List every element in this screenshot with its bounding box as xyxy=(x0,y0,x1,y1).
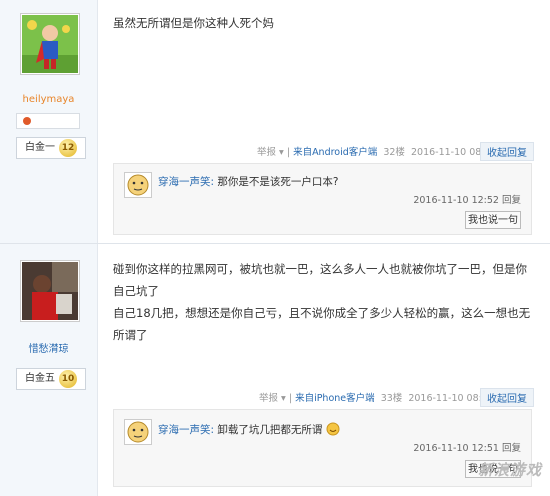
username[interactable]: heilymaya xyxy=(0,94,97,105)
comment-line: 穿海一声笑: 卸载了坑几把都无所谓 xyxy=(158,422,340,437)
rank-label: 白金五 xyxy=(25,373,55,384)
say-something-button[interactable]: 我也说一句 xyxy=(465,211,521,229)
post-content: 碰到你这样的拉黑网可，被坑也就一巴，这么多人一人也就被你坑了一巴，但是你自己坑了… xyxy=(113,258,538,346)
comment-meta: 2016-11-10 12:51 回复 xyxy=(413,440,521,454)
emoji-icon xyxy=(326,422,340,436)
comment-box: 穿海一声笑: 卸载了坑几把都无所谓 2016-11-10 12:51 回复 我也… xyxy=(113,409,532,487)
content-line: 碰到你这样的拉黑网可，被坑也就一巴，这么多人一人也就被你坑了一巴，但是你自己坑了 xyxy=(113,262,527,298)
sina-watermark: 新浪游戏 xyxy=(477,461,542,479)
avatar[interactable] xyxy=(20,260,80,322)
comment-box: 穿海一声笑: 那你是不是该死一户口本? 2016-11-10 12:52 回复 … xyxy=(113,163,532,235)
collapse-reply-button[interactable]: 收起回复 xyxy=(480,142,534,161)
comment-line: 穿海一声笑: 那你是不是该死一户口本? xyxy=(158,174,338,189)
username[interactable]: 惜愁潸琼 xyxy=(0,340,97,355)
rank-level-icon: 10 xyxy=(59,370,77,388)
floor-number: 33楼 xyxy=(380,393,403,404)
chevron-down-icon: ▾ xyxy=(276,147,284,158)
comment-text: 卸载了坑几把都无所谓 xyxy=(217,424,323,436)
avatar[interactable] xyxy=(20,13,80,75)
floor-number: 32楼 xyxy=(383,147,405,158)
avatar-image xyxy=(22,15,78,73)
client-source[interactable]: 来自Android客户端 xyxy=(293,147,377,158)
post-33: 惜愁潸琼 白金五 10 碰到你这样的拉黑网可，被坑也就一巴，这么多人一人也就被你… xyxy=(0,244,550,496)
medal-icon xyxy=(23,117,31,125)
post-meta: 举报 ▾ | 来自Android客户端 32楼 2016-11-10 08:43 xyxy=(257,147,497,158)
collapse-reply-button[interactable]: 收起回复 xyxy=(480,388,534,407)
commenter-name[interactable]: 穿海一声笑: xyxy=(158,176,214,188)
rank-level-icon: 12 xyxy=(59,139,77,157)
post-32: heilymaya 白金一 12 虽然无所谓但是你这种人死个妈 举报 ▾ | 来… xyxy=(0,0,550,243)
post-meta: 举报 ▾ | 来自iPhone客户端 33楼 2016-11-10 08:46 xyxy=(259,393,494,404)
comment-meta: 2016-11-10 12:52 回复 xyxy=(413,192,521,206)
rank-badge[interactable]: 白金五 10 xyxy=(16,368,86,390)
client-source[interactable]: 来自iPhone客户端 xyxy=(295,393,375,404)
rank-badge[interactable]: 白金一 12 xyxy=(16,137,86,159)
smiley-icon xyxy=(127,421,149,443)
post-content: 虽然无所谓但是你这种人死个妈 xyxy=(113,16,274,30)
commenter-name[interactable]: 穿海一声笑: xyxy=(158,424,214,436)
commenter-avatar[interactable] xyxy=(124,172,152,198)
comment-reply-link[interactable]: 回复 xyxy=(502,195,521,206)
chevron-down-icon: ▾ xyxy=(278,393,286,404)
comment-text: 那你是不是该死一户口本? xyxy=(217,176,339,188)
report-link[interactable]: 举报 xyxy=(257,147,276,158)
smiley-icon xyxy=(127,174,149,196)
medal-slot xyxy=(16,113,80,129)
rank-label: 白金一 xyxy=(25,142,55,153)
comment-reply-link[interactable]: 回复 xyxy=(502,443,521,454)
content-line: 自己18几把，想想还是你自己亏，且不说你成全了多少人轻松的赢，这么一想也无所谓了 xyxy=(113,306,531,342)
comment-time: 2016-11-10 12:51 xyxy=(413,443,499,454)
comment-time: 2016-11-10 12:52 xyxy=(413,195,499,206)
report-link[interactable]: 举报 xyxy=(259,393,278,404)
commenter-avatar[interactable] xyxy=(124,419,152,445)
avatar-image xyxy=(22,262,78,320)
